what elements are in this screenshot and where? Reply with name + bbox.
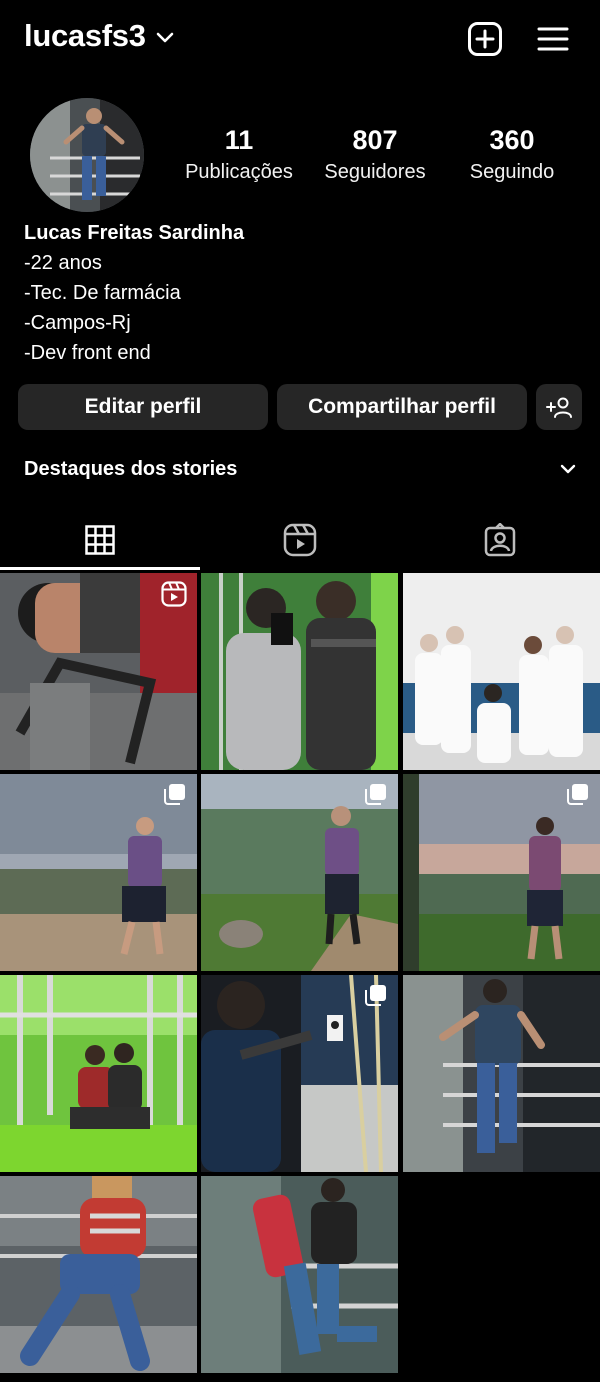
carousel-icon [365, 985, 386, 1006]
hamburger-menu-icon[interactable] [537, 25, 569, 53]
chevron-down-icon[interactable] [560, 464, 576, 474]
following-count-value: 360 [489, 125, 535, 155]
following-count[interactable]: 360 Seguindo [458, 124, 566, 186]
share-profile-button[interactable]: Compartilhar perfil [277, 384, 527, 430]
reel-icon [161, 581, 187, 607]
followers-count[interactable]: 807 Seguidores [315, 124, 435, 186]
story-highlights-toggle[interactable]: Destaques dos stories [24, 455, 576, 483]
tagged-icon [484, 523, 516, 557]
post-thumbnail[interactable] [0, 975, 197, 1172]
carousel-icon [365, 784, 386, 805]
highlights-title: Destaques dos stories [24, 457, 238, 480]
chevron-down-icon[interactable] [156, 32, 174, 44]
username[interactable]: lucasfs3 [24, 18, 146, 54]
profile-bio: Lucas Freitas Sardinha -22 anos -Tec. De… [24, 218, 244, 368]
grid-icon [85, 525, 115, 555]
menu-button[interactable] [534, 20, 572, 58]
following-count-label: Seguindo [469, 161, 555, 183]
tab-reels[interactable] [200, 510, 400, 570]
full-name: Lucas Freitas Sardinha [24, 222, 245, 244]
post-thumbnail[interactable] [403, 975, 600, 1172]
account-switcher[interactable]: lucasfs3 [24, 18, 174, 54]
top-bar: lucasfs3 [0, 0, 600, 80]
edit-profile-button[interactable]: Editar perfil [18, 384, 268, 430]
add-person-icon [546, 397, 572, 418]
tab-posts[interactable] [0, 510, 200, 570]
tab-tagged[interactable] [400, 510, 600, 570]
post-thumbnail[interactable] [0, 573, 197, 770]
post-thumbnail[interactable] [201, 975, 398, 1172]
reels-icon [283, 523, 317, 557]
post-thumbnail[interactable] [201, 774, 398, 971]
posts-count[interactable]: 11 Publicações [176, 124, 302, 186]
create-post-button[interactable] [466, 20, 504, 58]
carousel-icon [164, 784, 185, 805]
bio-line: -Dev front end [24, 342, 151, 364]
post-thumbnail[interactable] [201, 573, 398, 770]
avatar[interactable] [30, 98, 144, 212]
post-thumbnail[interactable] [201, 1176, 398, 1373]
plus-square-icon[interactable] [467, 21, 503, 57]
suggested-people-button[interactable] [536, 384, 582, 430]
post-thumbnail[interactable] [403, 774, 600, 971]
bio-line: -Campos-Rj [24, 312, 131, 334]
followers-count-label: Seguidores [324, 161, 426, 183]
posts-count-value: 11 [224, 125, 254, 155]
posts-count-label: Publicações [185, 161, 293, 183]
followers-count-value: 807 [352, 125, 398, 155]
post-thumbnail[interactable] [403, 573, 600, 770]
post-thumbnail[interactable] [0, 774, 197, 971]
bio-line: -Tec. De farmácia [24, 282, 181, 304]
carousel-icon [567, 784, 588, 805]
post-thumbnail[interactable] [0, 1176, 197, 1373]
bio-line: -22 anos [24, 252, 102, 274]
profile-tabs [0, 510, 600, 570]
